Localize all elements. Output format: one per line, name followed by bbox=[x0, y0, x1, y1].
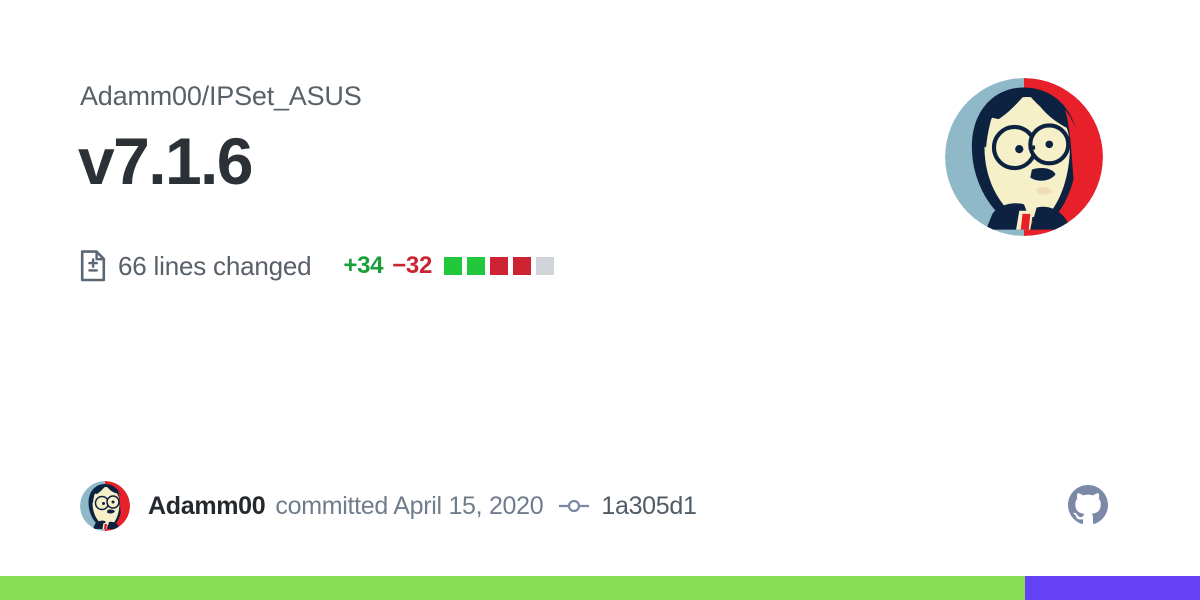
git-commit-icon bbox=[558, 497, 591, 515]
github-mark-icon bbox=[1068, 485, 1108, 525]
commit-sha[interactable]: 1a305d1 bbox=[601, 492, 697, 521]
repository-full-name: Adamm00/IPSet_ASUS bbox=[80, 81, 362, 111]
commit-footer: Adamm00 committed April 15, 2020 1a305d1 bbox=[80, 480, 697, 532]
user-avatar-small[interactable] bbox=[80, 481, 130, 531]
diff-block-addition bbox=[444, 257, 463, 275]
diff-summary: 66 lines changed +34 −32 bbox=[80, 248, 559, 284]
user-avatar-large bbox=[945, 78, 1103, 236]
diff-stat-group: +34 −32 bbox=[343, 252, 559, 280]
language-bar-segment-secondary bbox=[1025, 576, 1200, 600]
deletions-count: −32 bbox=[392, 252, 433, 279]
commit-date-text: committed April 15, 2020 bbox=[275, 491, 544, 520]
file-diff-icon bbox=[80, 250, 106, 282]
commit-author-name[interactable]: Adamm00 bbox=[148, 492, 266, 521]
commit-meta: Adamm00 committed April 15, 2020 1a305d1 bbox=[148, 492, 697, 521]
language-color-bar bbox=[0, 576, 1200, 600]
diff-block-deletion bbox=[490, 257, 509, 275]
diff-block-deletion bbox=[513, 257, 532, 275]
diff-block-neutral bbox=[536, 257, 555, 275]
diff-blocks bbox=[444, 257, 559, 275]
lines-changed-label: 66 lines changed bbox=[118, 250, 312, 281]
language-bar-segment-primary bbox=[0, 576, 1025, 600]
diff-block-addition bbox=[467, 257, 486, 275]
release-title: v7.1.6 bbox=[78, 124, 254, 198]
additions-count: +34 bbox=[343, 252, 384, 279]
release-social-card: Adamm00/IPSet_ASUS v7.1.6 66 lines chang… bbox=[0, 0, 1200, 600]
